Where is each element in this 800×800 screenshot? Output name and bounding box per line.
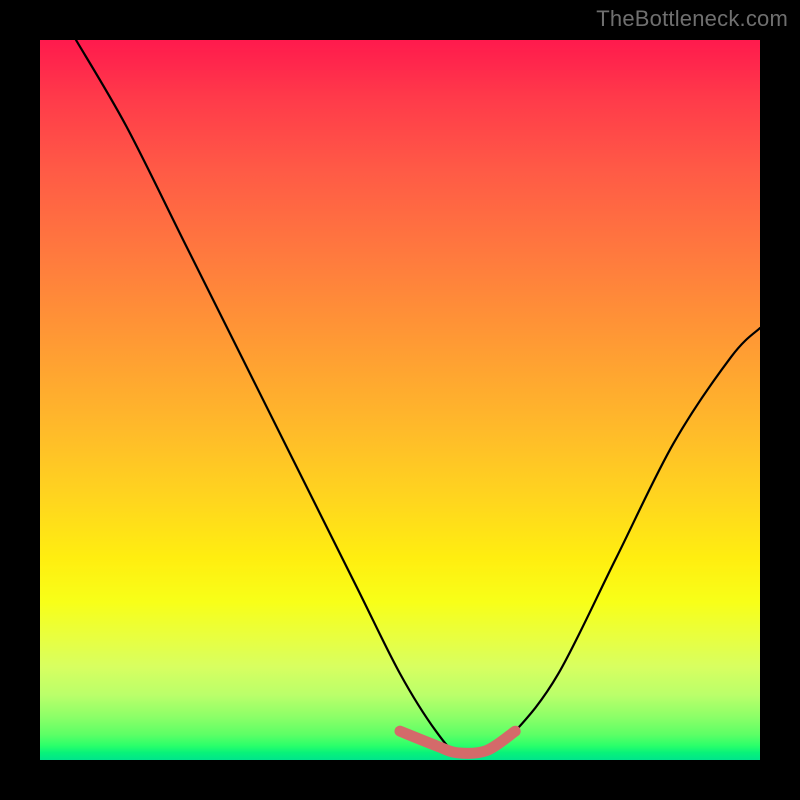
plot-area (40, 40, 760, 760)
chart-svg (40, 40, 760, 760)
curve-red-segment (400, 731, 515, 753)
chart-frame: TheBottleneck.com (0, 0, 800, 800)
watermark-text: TheBottleneck.com (596, 6, 788, 32)
curve-black (76, 40, 760, 756)
